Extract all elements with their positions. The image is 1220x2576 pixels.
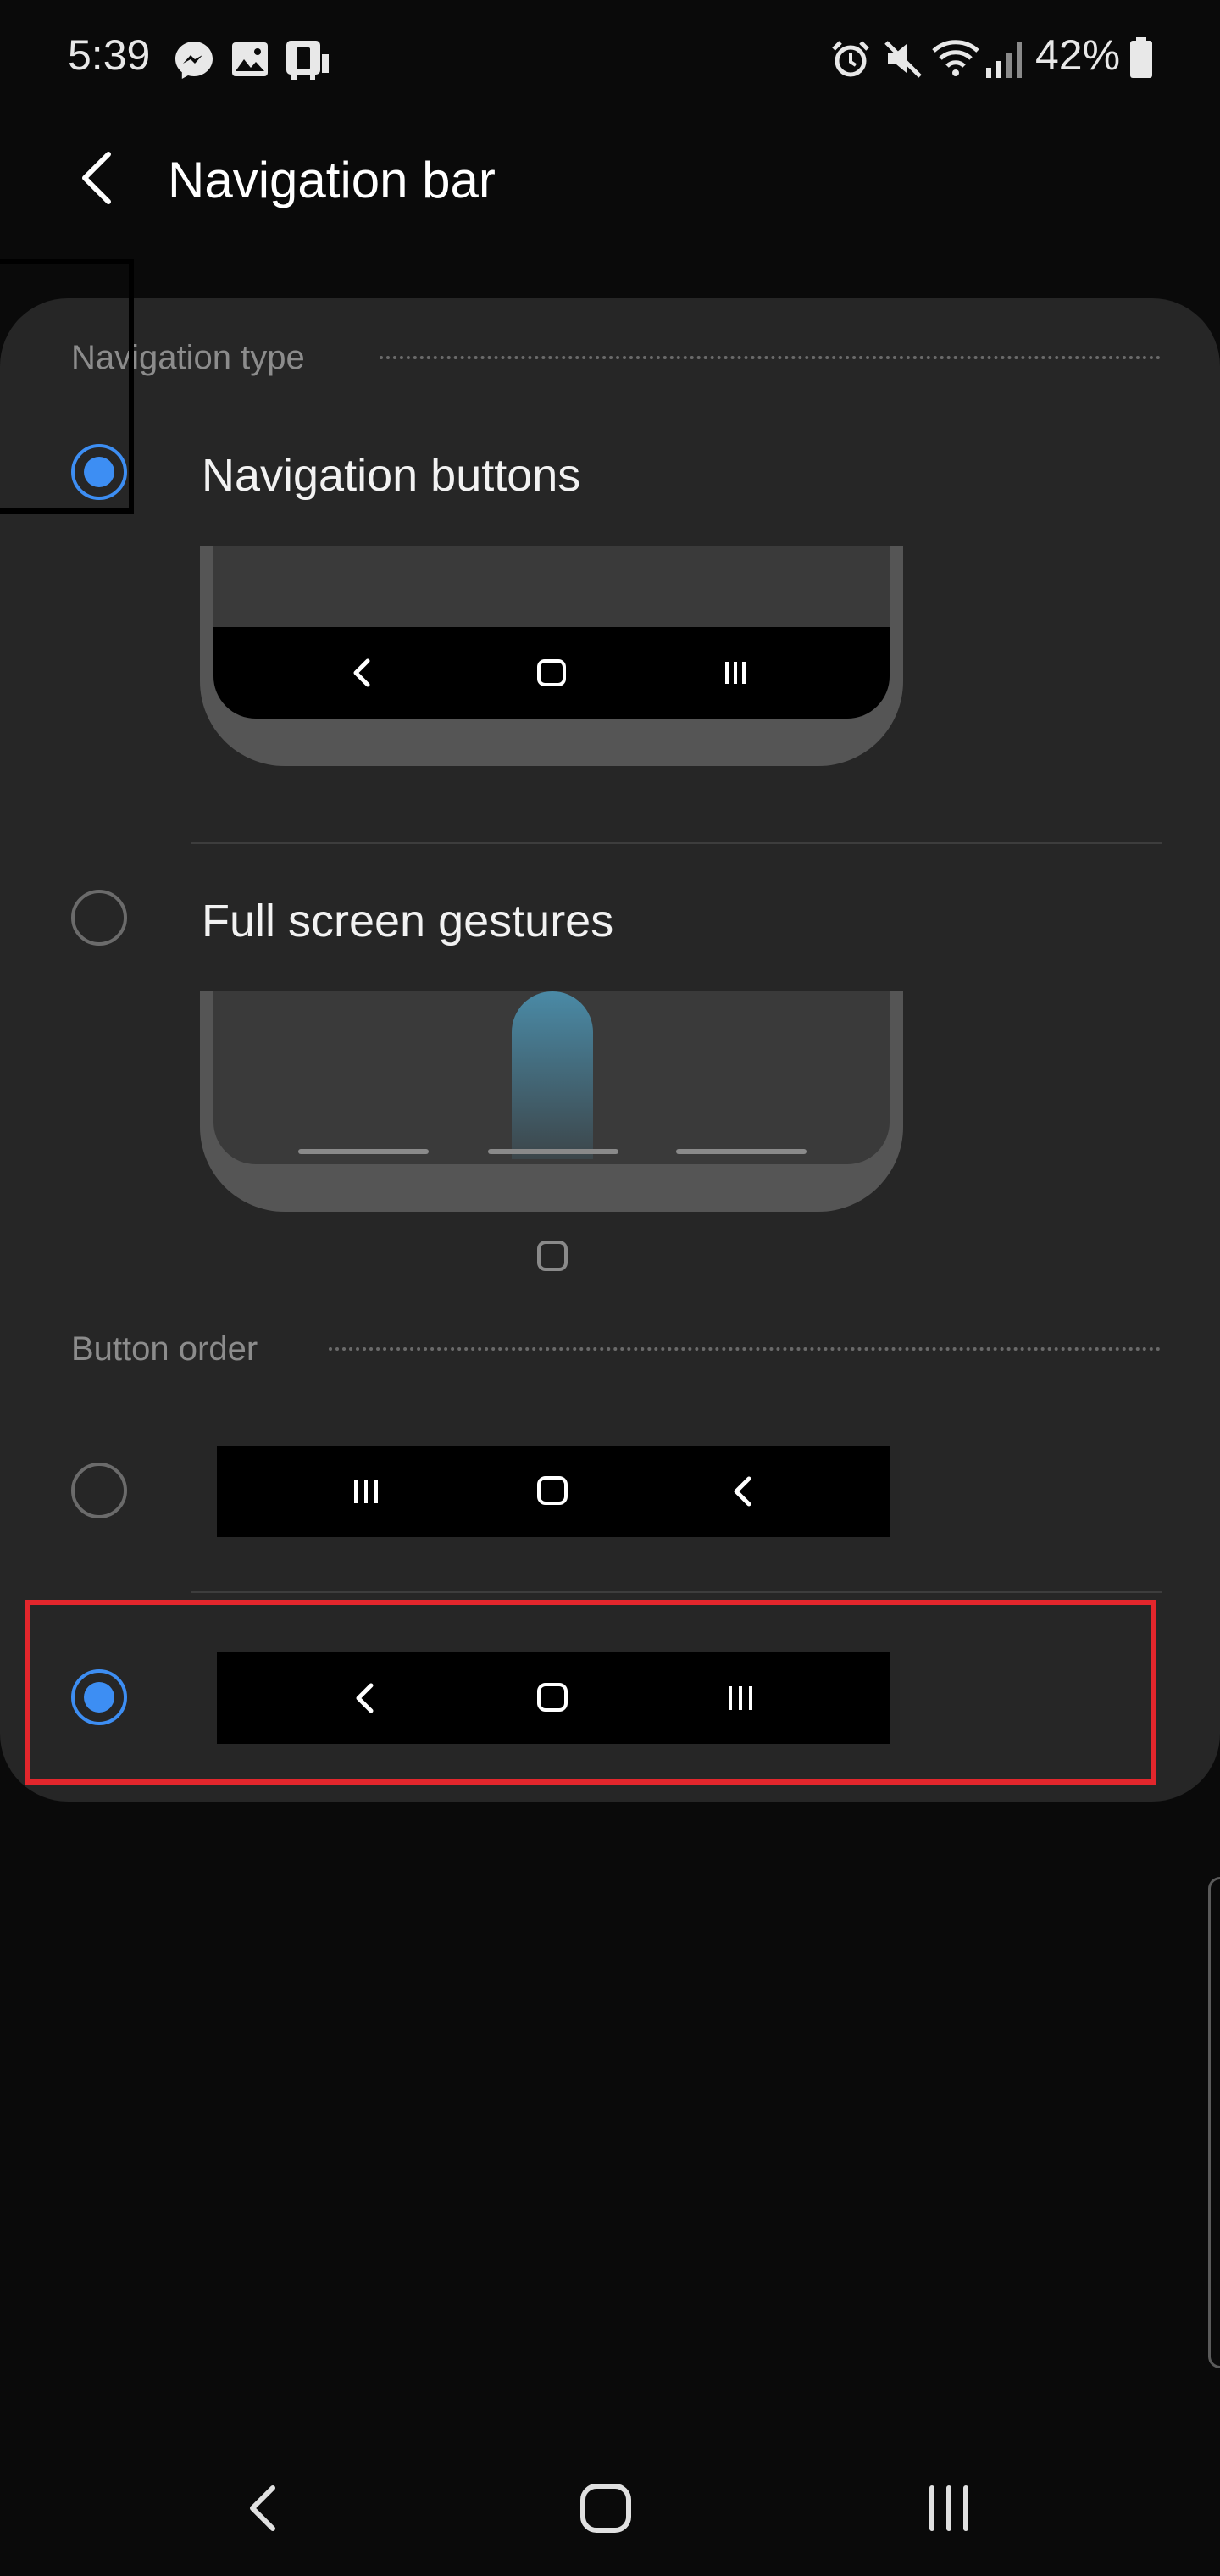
back-icon [734,1476,751,1507]
radio-button-order-2[interactable] [71,1669,127,1725]
messenger-icon [175,42,213,79]
option-label: Full screen gestures [202,896,614,947]
scrollbar[interactable] [1208,1877,1220,2368]
option-navigation-buttons[interactable]: Navigation buttons [0,407,1220,839]
button-order-preview-1 [217,1446,890,1537]
mute-icon [884,41,922,78]
battery-icon [1130,37,1152,78]
radio-button-order-1[interactable] [71,1463,127,1518]
gallery-icon [232,42,268,76]
recents-icon [929,2485,968,2531]
wifi-icon [932,40,979,76]
system-recents-button[interactable] [923,2474,974,2542]
home-icon [537,1476,568,1505]
gestures-preview [200,991,903,1212]
recents-icon [354,1480,378,1503]
button-order-option-2[interactable] [0,1627,1220,1771]
option-full-screen-gestures[interactable]: Full screen gestures [0,847,1220,1288]
phone-transfer-icon [286,41,329,80]
signal-icon [986,42,1022,78]
section-divider [329,1347,1161,1351]
back-icon [356,1683,374,1713]
home-icon [580,2484,631,2533]
home-icon [537,1241,568,1271]
system-back-button[interactable] [237,2469,288,2545]
button-order-heading: Button order [71,1330,258,1368]
system-home-button[interactable] [576,2474,635,2542]
recents-icon [729,1686,752,1710]
navigation-buttons-preview [200,546,903,766]
status-time: 5:39 [68,31,151,79]
home-icon [537,1683,568,1712]
option-divider [191,842,1162,844]
alarm-icon [832,41,869,77]
section-divider [380,356,1161,359]
back-button[interactable] [68,144,127,212]
button-order-preview-2 [217,1652,890,1744]
radio-navigation-buttons[interactable] [71,444,127,500]
battery-percent: 42% [1035,31,1121,79]
back-arrow-icon [82,152,111,204]
button-order-option-1[interactable] [0,1424,1220,1559]
page-title: Navigation bar [168,152,496,208]
option-divider [191,1591,1162,1593]
back-icon [250,2485,275,2531]
radio-full-screen-gestures[interactable] [71,890,127,946]
option-label: Navigation buttons [202,450,581,501]
